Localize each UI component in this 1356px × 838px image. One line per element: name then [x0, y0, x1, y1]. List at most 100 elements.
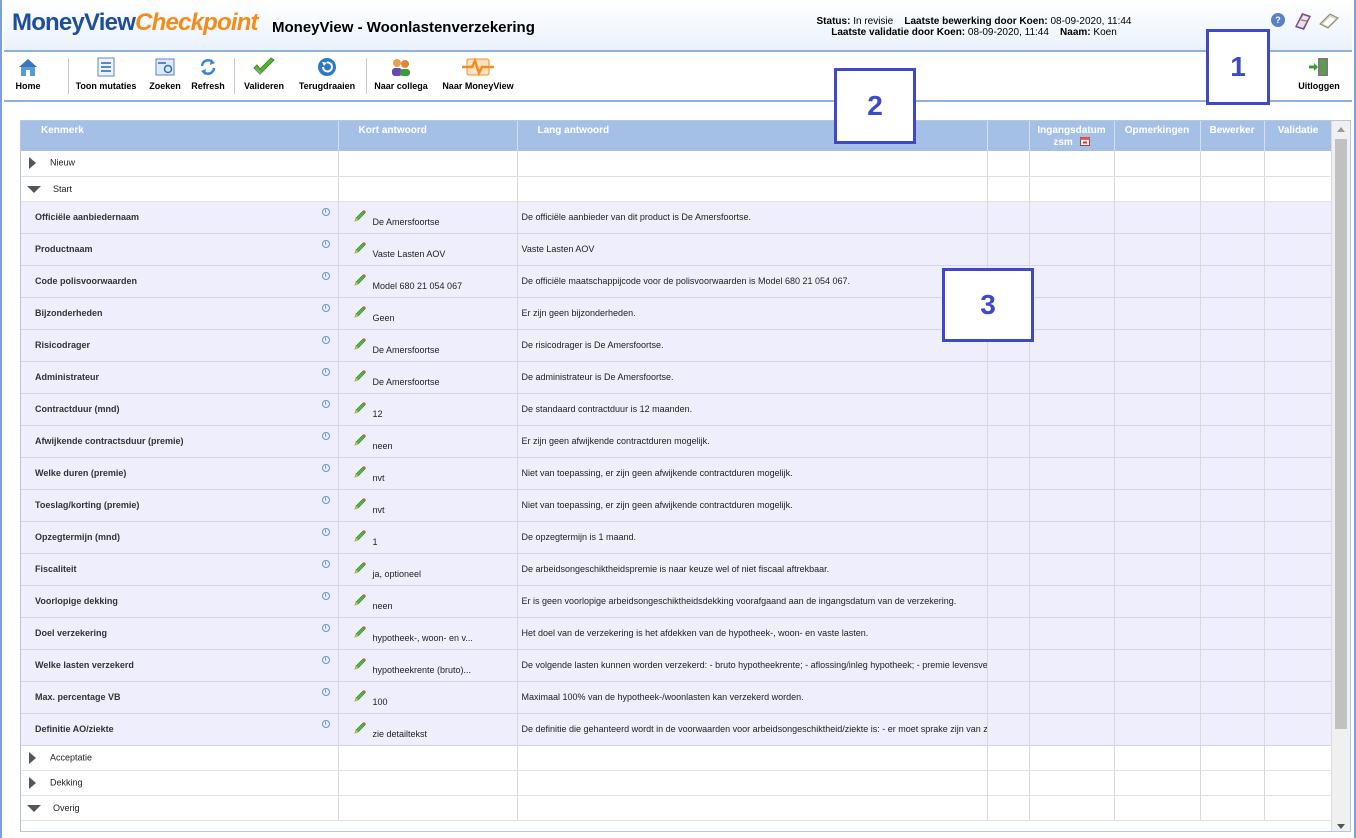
column-header-kort-antwoord[interactable]: Kort antwoord: [338, 121, 518, 151]
opmerkingen-cell[interactable]: [1114, 713, 1201, 746]
vertical-scrollbar[interactable]: [1331, 121, 1350, 831]
ingangsdatum-cell[interactable]: [1029, 233, 1115, 266]
scrollbar-thumb[interactable]: [1335, 139, 1347, 729]
edit-pencil[interactable]: [353, 657, 367, 673]
info-icon[interactable]: i: [321, 335, 330, 344]
lang-antwoord-cell[interactable]: Niet van toepassing, er zijn geen afwijk…: [517, 457, 988, 490]
opmerkingen-cell[interactable]: [1114, 553, 1201, 586]
validatie-cell[interactable]: [1264, 297, 1333, 330]
edit-pencil[interactable]: [353, 529, 367, 545]
column-header-lang-antwoord[interactable]: Lang antwoord: [517, 121, 988, 151]
edit-pencil-icon[interactable]: [353, 401, 367, 415]
ingangsdatum-cell[interactable]: [1029, 457, 1115, 490]
info-icon[interactable]: i: [321, 463, 330, 472]
kort-antwoord-cell[interactable]: ja, optioneel: [338, 553, 518, 586]
edit-pencil-icon[interactable]: [353, 433, 367, 447]
home-button[interactable]: Home: [10, 56, 46, 98]
edit-pencil-icon[interactable]: [353, 369, 367, 383]
info-icon[interactable]: i: [321, 207, 330, 216]
collapse-triangle-icon[interactable]: [27, 804, 41, 812]
expand-triangle-icon[interactable]: [29, 776, 36, 789]
opmerkingen-cell[interactable]: [1114, 201, 1201, 234]
calendar-icon[interactable]: [1079, 137, 1090, 146]
uitloggen-button[interactable]: Uitloggen: [1294, 56, 1344, 98]
naar-moneyview-button[interactable]: Naar MoneyView: [438, 56, 518, 98]
opmerkingen-cell[interactable]: [1114, 457, 1201, 490]
group-cell[interactable]: Overig: [21, 795, 339, 821]
edit-pencil[interactable]: [353, 465, 367, 481]
info-icon[interactable]: i: [321, 271, 330, 280]
lang-antwoord-cell[interactable]: De standaard contractduur is 12 maanden.: [517, 393, 988, 426]
lang-antwoord-cell[interactable]: De definitie die gehanteerd wordt in de …: [517, 713, 988, 746]
scroll-up-arrow[interactable]: [1337, 127, 1345, 132]
table-row[interactable]: Toeslag/korting (premie) i nvt Niet van toe…: [21, 489, 1333, 522]
kort-antwoord-cell[interactable]: Geen: [338, 297, 518, 330]
validatie-cell[interactable]: [1264, 329, 1333, 362]
ingangsdatum-cell[interactable]: [1029, 553, 1115, 586]
lang-antwoord-cell[interactable]: De opzegtermijn is 1 maand.: [517, 521, 988, 554]
validatie-cell[interactable]: [1264, 553, 1333, 586]
group-row[interactable]: Acceptatie: [21, 745, 1333, 771]
validatie-cell[interactable]: [1264, 393, 1333, 426]
group-cell[interactable]: Nieuw: [21, 151, 339, 177]
table-row[interactable]: Opzegtermijn (mnd) i 1 De opzegtermijn is 1…: [21, 521, 1333, 554]
ingangsdatum-cell[interactable]: [1029, 201, 1115, 234]
info-icon[interactable]: i: [321, 431, 330, 440]
edit-pencil-icon[interactable]: [353, 561, 367, 575]
info-icon[interactable]: i: [321, 623, 330, 632]
ingangsdatum-cell[interactable]: [1029, 329, 1115, 362]
info-icon[interactable]: i: [321, 719, 330, 728]
edit-pencil[interactable]: [353, 433, 367, 449]
validatie-cell[interactable]: [1264, 649, 1333, 682]
kort-antwoord-cell[interactable]: 1: [338, 521, 518, 554]
table-row[interactable]: Contractduur (mnd) i 12 De standaard contra…: [21, 393, 1333, 426]
valideren-button[interactable]: Valideren: [240, 56, 288, 98]
help-icon[interactable]: ?: [1271, 13, 1285, 27]
lang-antwoord-cell[interactable]: Er zijn geen bijzonderheden.: [517, 297, 988, 330]
kort-antwoord-cell[interactable]: De Amersfoortse: [338, 361, 518, 394]
table-row[interactable]: Officiële aanbiedernaam i De Amersfoortse D…: [21, 201, 1333, 234]
ingangsdatum-cell[interactable]: [1029, 489, 1115, 522]
lang-antwoord-cell[interactable]: De risicodrager is De Amersfoortse.: [517, 329, 988, 362]
info-icon[interactable]: i: [321, 367, 330, 376]
group-row[interactable]: Dekking: [21, 770, 1333, 796]
opmerkingen-cell[interactable]: [1114, 425, 1201, 458]
group-row[interactable]: Nieuw: [21, 151, 1333, 177]
group-row[interactable]: Overig: [21, 795, 1333, 821]
validatie-cell[interactable]: [1264, 713, 1333, 746]
opmerkingen-cell[interactable]: [1114, 233, 1201, 266]
opmerkingen-cell[interactable]: [1114, 585, 1201, 618]
column-header-bewerker[interactable]: Bewerker: [1200, 121, 1265, 151]
terugdraaien-button[interactable]: Terugdraaien: [294, 56, 360, 98]
edit-pencil[interactable]: [353, 497, 367, 513]
edit-pencil[interactable]: [353, 401, 367, 417]
ingangsdatum-cell[interactable]: [1029, 649, 1115, 682]
info-icon[interactable]: i: [321, 239, 330, 248]
edit-pencil[interactable]: [353, 337, 367, 353]
edit-pencil-icon[interactable]: [353, 209, 367, 223]
lang-antwoord-cell[interactable]: Er is geen voorlopige arbeidsongeschikth…: [517, 585, 988, 618]
info-icon[interactable]: i: [321, 303, 330, 312]
edit-pencil[interactable]: [353, 721, 367, 737]
lang-antwoord-cell[interactable]: De administrateur is De Amersfoortse.: [517, 361, 988, 394]
validatie-cell[interactable]: [1264, 265, 1333, 298]
edit-pencil-icon[interactable]: [353, 305, 367, 319]
edit-pencil[interactable]: [353, 593, 367, 609]
lang-antwoord-cell[interactable]: Niet van toepassing, er zijn geen afwijk…: [517, 489, 988, 522]
opmerkingen-cell[interactable]: [1114, 521, 1201, 554]
opmerkingen-cell[interactable]: [1114, 361, 1201, 394]
edit-pencil-icon[interactable]: [353, 273, 367, 287]
edit-pencil-icon[interactable]: [353, 465, 367, 479]
edit-pencil[interactable]: [353, 241, 367, 257]
table-row[interactable]: Definitie AO/ziekte i zie detailtekst De de…: [21, 713, 1333, 746]
column-header-validatie[interactable]: Validatie: [1264, 121, 1333, 151]
documents-icon[interactable]: [1318, 12, 1340, 35]
table-row[interactable]: Administrateur i De Amersfoortse De adminis…: [21, 361, 1333, 394]
validatie-cell[interactable]: [1264, 425, 1333, 458]
edit-pencil-icon[interactable]: [353, 593, 367, 607]
lang-antwoord-cell[interactable]: De officiële maatschappijcode voor de po…: [517, 265, 988, 298]
lang-antwoord-cell[interactable]: Er zijn geen afwijkende contractduren mo…: [517, 425, 988, 458]
edit-pencil[interactable]: [353, 209, 367, 225]
info-icon[interactable]: i: [321, 527, 330, 536]
info-icon[interactable]: i: [321, 687, 330, 696]
